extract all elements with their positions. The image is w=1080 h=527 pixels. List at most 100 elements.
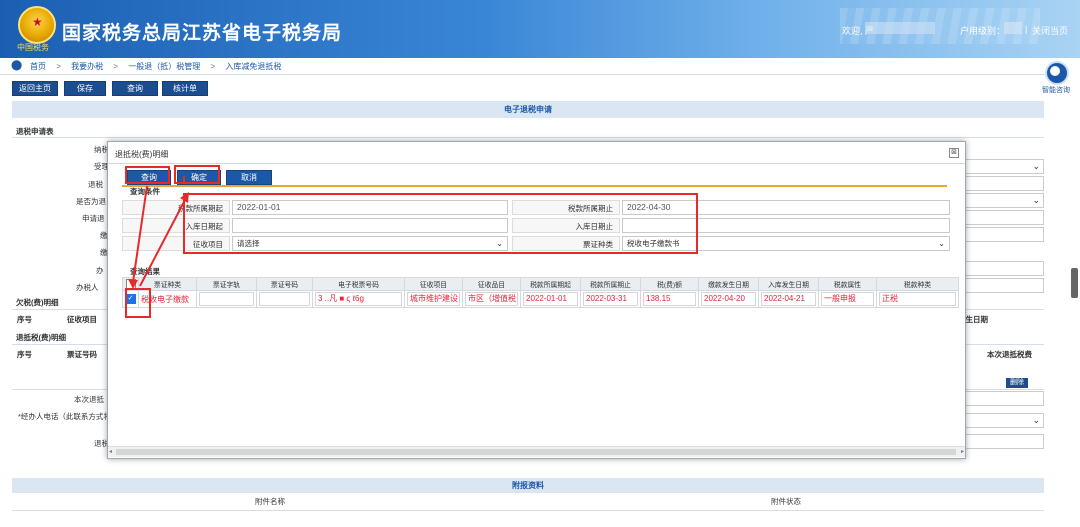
bg-lower-label: 本次退抵 xyxy=(74,395,104,404)
select-all-checkbox[interactable] xyxy=(125,279,136,289)
bg-lower-label: *经办人电话（此联系方式将同 xyxy=(18,412,119,421)
bg-input[interactable] xyxy=(962,176,1044,191)
smart-consult-widget[interactable]: 智能咨询 xyxy=(1040,58,1074,98)
location-pin-icon: ⬤ xyxy=(11,60,23,71)
column-header: 税(费)额 xyxy=(640,277,699,291)
dialog-cancel-button[interactable]: 取消 xyxy=(226,170,272,185)
cell-tax-attribute: 一般申报 xyxy=(818,290,877,308)
tax-period-start-input[interactable]: 2022-01-01 xyxy=(232,200,508,215)
chevron-down-icon: ⌄ xyxy=(496,239,503,248)
bg-label: 办 xyxy=(96,266,104,275)
storage-date-box: 2022-04-21 xyxy=(761,292,816,306)
trial-calc-button[interactable]: 核计单 xyxy=(162,81,208,96)
divider xyxy=(12,510,1044,511)
bg-input[interactable] xyxy=(962,391,1044,406)
tax-period-end-input[interactable]: 2022-04-30 xyxy=(622,200,950,215)
owed-col-seq: 序号 xyxy=(17,315,32,324)
cell-levy-item: 城市维护建设 xyxy=(404,290,463,308)
query-results-header: 查询结果 xyxy=(130,267,160,276)
table-row[interactable]: ✓ 税收电子缴款 3 ..凡 ■ ς ℓ6g 城市维护建设 市区（增值税 202… xyxy=(122,290,959,308)
section-rule xyxy=(122,185,947,187)
dialog-title: 退抵税(费)明细 xyxy=(115,150,169,159)
cell-storage-date: 2022-04-21 xyxy=(758,290,819,308)
row-checkbox-checked[interactable]: ✓ xyxy=(125,294,136,304)
assistant-face-icon xyxy=(1050,66,1060,76)
refund-col-seq: 序号 xyxy=(17,350,32,359)
payment-date-box: 2022-04-20 xyxy=(701,292,756,306)
divider xyxy=(12,137,1044,138)
close-page-link[interactable]: 关闭当页 xyxy=(1032,24,1068,37)
query-button[interactable]: 查询 xyxy=(112,81,158,96)
bg-select[interactable]: ⌄ xyxy=(962,193,1044,208)
breadcrumb-current-page: 入库减免退抵税 xyxy=(225,62,282,71)
bg-select[interactable]: ⌄ xyxy=(962,159,1044,174)
cell-levy-subitem: 市区（增值税 xyxy=(462,290,521,308)
levy-item-box: 城市维护建设 xyxy=(407,292,460,306)
column-header: 税款所属期起 xyxy=(520,277,581,291)
storage-date-end-input[interactable] xyxy=(622,218,950,233)
scrollbar-thumb[interactable] xyxy=(116,449,956,455)
refund-col-amount: 本次退抵税费 xyxy=(987,350,1032,359)
storage-date-start-input[interactable] xyxy=(232,218,508,233)
refund-detail-dialog: 退抵税(费)明细 ⊠ 查询 确定 取消 查询条件 税款所属期起 2022-01-… xyxy=(107,141,966,459)
bg-input[interactable] xyxy=(962,227,1044,242)
return-home-button[interactable]: 返回主页 xyxy=(12,81,58,96)
close-icon[interactable]: ⊠ xyxy=(949,148,959,158)
select-all-cell[interactable] xyxy=(122,277,139,291)
user-level-label: 户用级别： xyxy=(960,26,1006,36)
column-header: 票证种类 xyxy=(138,277,197,291)
dialog-horizontal-scrollbar[interactable]: ◂ ▸ xyxy=(108,446,965,457)
divider xyxy=(108,163,965,164)
bg-input[interactable] xyxy=(962,261,1044,276)
storage-date-start-label: 入库日期起 xyxy=(122,218,230,233)
column-header: 缴款发生日期 xyxy=(698,277,759,291)
bg-input[interactable] xyxy=(962,210,1044,225)
levy-item-value: 请选择 xyxy=(237,239,260,248)
voucher-type-select[interactable]: 税收电子缴款书 ⌄ xyxy=(622,236,950,251)
breadcrumb: ⬤ 首页 > 我要办税 > 一般退（抵）税管理 > 入库减免退抵税 xyxy=(0,58,1045,75)
column-header: 票证字轨 xyxy=(196,277,257,291)
dialog-confirm-button[interactable]: 确定 xyxy=(177,170,221,185)
bg-label: 申请退 xyxy=(82,214,105,223)
scroll-left-arrow-icon[interactable]: ◂ xyxy=(109,448,112,455)
owed-col-levy: 征收项目 xyxy=(67,315,97,324)
masked-user-level xyxy=(1004,22,1022,34)
levy-subitem-box: 市区（增值税 xyxy=(465,292,518,306)
cell-voucher-type: 税收电子缴款 xyxy=(138,290,197,308)
voucher-type-value: 税收电子缴款书 xyxy=(627,239,680,248)
attachments-title: 附报资料 xyxy=(12,478,1044,493)
column-header: 税款种类 xyxy=(876,277,959,291)
dialog-query-button[interactable]: 查询 xyxy=(127,170,171,185)
bg-input[interactable] xyxy=(962,278,1044,293)
breadcrumb-refund-management[interactable]: 一般退（抵）税管理 xyxy=(128,62,200,71)
chevron-down-icon: ⌄ xyxy=(1032,161,1040,171)
voucher-number-box xyxy=(259,292,310,306)
delete-button[interactable]: 删除 xyxy=(1006,378,1028,388)
attachment-status-col: 附件状态 xyxy=(771,497,801,506)
cell-tax-category: 正税 xyxy=(876,290,959,308)
cell-amount: 138.15 xyxy=(640,290,699,308)
column-header: 入库发生日期 xyxy=(758,277,819,291)
cell-period-start: 2022-01-01 xyxy=(520,290,581,308)
attachment-name-col: 附件名称 xyxy=(255,497,285,506)
logo-subtext: 中国税务 xyxy=(17,43,49,52)
cell-voucher-number xyxy=(256,290,313,308)
save-button[interactable]: 保存 xyxy=(64,81,106,96)
bg-input[interactable] xyxy=(962,434,1044,449)
page-scrollbar[interactable] xyxy=(1071,268,1078,298)
bg-select[interactable]: ⌄ xyxy=(962,413,1044,428)
column-header: 票证号码 xyxy=(256,277,313,291)
cell-payment-date: 2022-04-20 xyxy=(698,290,759,308)
period-end-box: 2022-03-31 xyxy=(583,292,638,306)
row-select-cell[interactable]: ✓ xyxy=(122,290,139,308)
breadcrumb-tax-service[interactable]: 我要办税 xyxy=(71,62,103,71)
refund-col-number: 票证号码 xyxy=(67,350,97,359)
breadcrumb-home[interactable]: 首页 xyxy=(30,62,46,71)
cell-voucher-track xyxy=(196,290,257,308)
column-header: 征收项目 xyxy=(404,277,463,291)
levy-item-select[interactable]: 请选择 ⌄ xyxy=(232,236,508,251)
tax-period-start-label: 税款所属期起 xyxy=(122,200,230,215)
bg-label: 是否为退 xyxy=(76,197,106,206)
scroll-right-arrow-icon[interactable]: ▸ xyxy=(961,448,964,455)
chevron-down-icon: ⌄ xyxy=(1032,415,1040,425)
